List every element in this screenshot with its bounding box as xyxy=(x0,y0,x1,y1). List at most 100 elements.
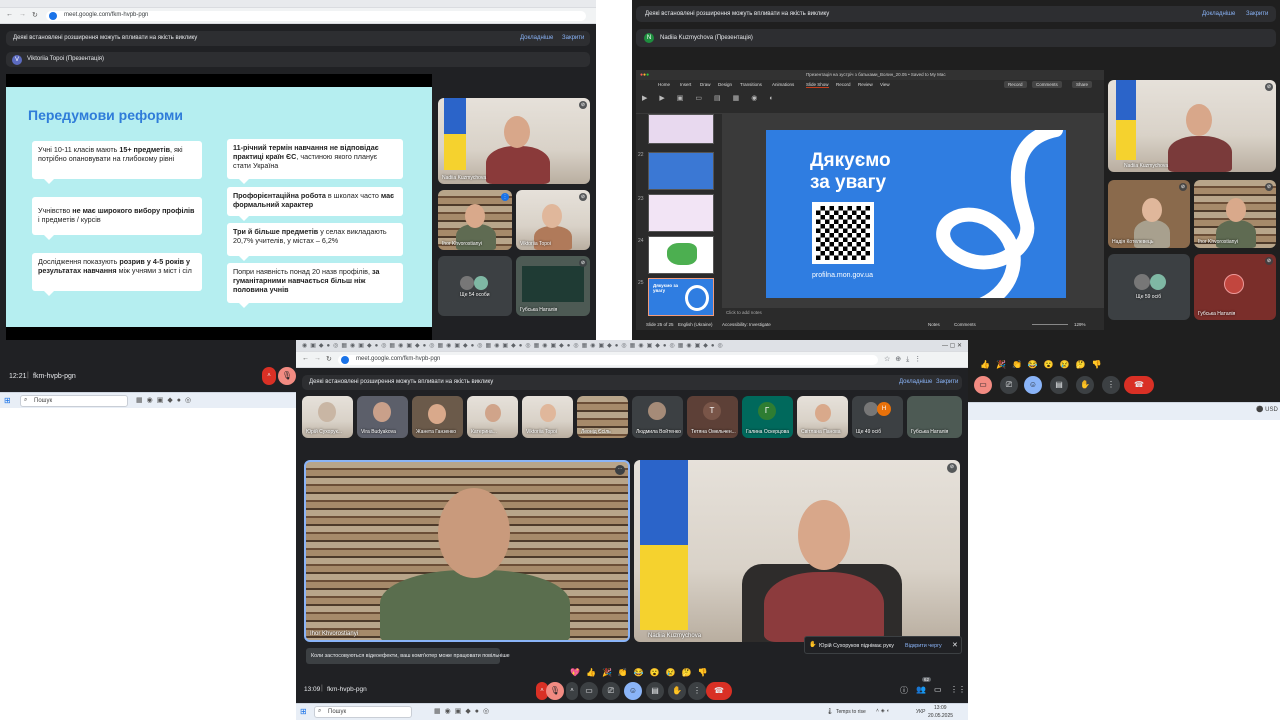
window-controls[interactable]: — ▢ ✕ xyxy=(942,342,962,349)
taskbar-search[interactable]: ⌕ Пошук xyxy=(20,395,128,407)
front-url-field[interactable]: meet.google.com/fkm-hvpb-pgn xyxy=(338,355,878,365)
tab-view[interactable]: View xyxy=(880,82,890,87)
participant-tile[interactable]: ⊘ Губська Наталія xyxy=(1194,254,1276,320)
taskbar-search[interactable]: ⌕ Пошук xyxy=(314,706,412,718)
taskbar-app-icons[interactable]: ▦◉▣◆●◎ xyxy=(434,707,493,715)
back-icon[interactable]: ← xyxy=(6,11,13,18)
reload-icon[interactable]: ↻ xyxy=(326,355,332,363)
slide-thumbnail[interactable] xyxy=(648,114,714,144)
participant-tile[interactable]: ⊘ Viktoriia Topoi xyxy=(516,190,590,250)
reactions-bar[interactable]: 💖 👍 🎉 👏 😂 😮 😢 🤔 👎 xyxy=(570,662,714,680)
slide-thumbnail[interactable] xyxy=(648,236,714,274)
mic-off-button[interactable]: 🎙 xyxy=(278,367,296,385)
more-options-button[interactable]: ⋮ xyxy=(688,682,706,700)
tab-draw[interactable]: Draw xyxy=(700,82,711,87)
chevron-up-icon[interactable]: ˄ xyxy=(566,682,578,700)
slide-thumbnail[interactable] xyxy=(648,152,714,190)
captions-button[interactable]: ▤ xyxy=(646,682,664,700)
present-button[interactable]: ⎚ xyxy=(1000,376,1018,394)
tray-icons[interactable]: ˄◈◐ xyxy=(876,708,892,714)
participant-tile[interactable]: Світлана Панова xyxy=(797,396,848,438)
tab-animations[interactable]: Animations xyxy=(772,82,794,87)
raise-hand-button[interactable]: ✋ xyxy=(1076,376,1094,394)
participant-tile[interactable]: Жанета Ганзенко xyxy=(412,396,463,438)
share-button[interactable]: Share xyxy=(1072,81,1093,88)
banner-details-link[interactable]: Докладніше xyxy=(520,35,553,41)
notes-button[interactable]: Notes xyxy=(928,322,940,327)
windows-start-icon[interactable]: ⊞ xyxy=(300,707,307,716)
participant-tile[interactable]: ⊘ Ihor Khvorostianyi xyxy=(1194,180,1276,248)
banner-details-link[interactable]: Докладніше xyxy=(899,379,932,385)
participant-tile[interactable]: ⊘ Nadiia Kuzmychova xyxy=(1108,80,1276,172)
open-queue-link[interactable]: Відкрити чергу xyxy=(905,643,942,649)
banner-close-button[interactable]: Закрити xyxy=(936,379,958,385)
comments-button[interactable]: Comments xyxy=(1032,81,1062,88)
participant-tile-overflow[interactable]: Н Ще 49 осіб xyxy=(852,396,903,438)
participant-tile[interactable]: Людмила Войтенко xyxy=(632,396,683,438)
participant-tile[interactable]: Катерина... xyxy=(467,396,518,438)
banner-close-button[interactable]: Закрити xyxy=(1246,11,1268,17)
tab-record[interactable]: Record xyxy=(836,82,851,87)
back-icon[interactable]: ← xyxy=(302,355,309,362)
participant-tile[interactable]: Viktoriia Topoi xyxy=(522,396,573,438)
close-icon[interactable]: ✕ xyxy=(952,641,958,649)
notes-placeholder[interactable]: Click to add notes xyxy=(726,310,762,315)
participant-tile[interactable]: Леонід Єсіль xyxy=(577,396,628,438)
forward-icon[interactable]: → xyxy=(19,11,26,18)
participant-tile-overflow[interactable]: Ще 54 особи xyxy=(438,256,512,316)
comments-status-button[interactable]: Comments xyxy=(954,322,976,327)
info-icon[interactable]: ⓘ xyxy=(900,685,908,696)
main-video-tile[interactable]: ⋯ Ihor Khvorostianyi xyxy=(304,460,630,642)
more-options-icon[interactable]: ⋯ xyxy=(615,465,625,475)
chevron-up-icon[interactable]: ˄ xyxy=(262,367,276,385)
banner-details-link[interactable]: Докладніше xyxy=(1202,11,1235,17)
zoom-slider[interactable] xyxy=(1032,324,1068,325)
participant-tile[interactable]: Vira Budyakova xyxy=(357,396,408,438)
participant-tile[interactable]: ⊘ Губська Наталія xyxy=(516,256,590,316)
slide-thumbnail-active[interactable]: Дякуємо за увагу xyxy=(648,278,714,316)
participant-tile[interactable]: Юрій Сухорук... xyxy=(302,396,353,438)
banner-close-button[interactable]: Закрити xyxy=(562,35,584,41)
forward-icon[interactable]: → xyxy=(314,355,321,362)
raise-hand-button[interactable]: ✋ xyxy=(668,682,686,700)
participant-tile[interactable]: ⊘ Надія Котелевець xyxy=(1108,180,1190,248)
browser-tabs-icons[interactable]: ◉▣◆●◎▦◉▣◆●◎▦◉▣◆●◎▦◉▣◆●◎▦◉▣◆●◎▦◉▣◆●◎▦◉▣◆●… xyxy=(302,342,726,349)
tab-home[interactable]: Home xyxy=(658,82,670,87)
window-controls[interactable]: ●●● xyxy=(640,72,649,78)
record-button[interactable]: Record xyxy=(1004,81,1027,88)
participant-tile[interactable]: ⋮ Ihor Khvorostianyi xyxy=(438,190,512,250)
present-button[interactable]: ⎚ xyxy=(602,682,620,700)
reload-icon[interactable]: ↻ xyxy=(32,11,38,19)
reactions-bar[interactable]: 👍 🎉 👏 😂 😮 😢 🤔 👎 xyxy=(980,354,1108,372)
participant-tile[interactable]: Губська Наталія xyxy=(907,396,962,438)
mic-off-button[interactable]: 🎙 xyxy=(546,682,564,700)
slide-thumbnail[interactable] xyxy=(648,194,714,232)
activities-icon[interactable]: ⋮⋮ xyxy=(950,685,966,694)
participant-tile[interactable]: ⊘ Nadiia Kuzmychova xyxy=(438,98,590,184)
leave-call-button[interactable]: ☎ xyxy=(706,682,732,700)
left-url-field[interactable]: meet.google.com/fkm-hvpb-pgn xyxy=(46,11,586,21)
more-options-icon[interactable]: ⋮ xyxy=(501,193,509,201)
emoji-button[interactable]: ☺ xyxy=(624,682,642,700)
participant-tile-overflow[interactable]: Ще 59 осіб xyxy=(1108,254,1190,320)
tab-design[interactable]: Design xyxy=(718,82,732,87)
more-options-button[interactable]: ⋮ xyxy=(1102,376,1120,394)
leave-call-button[interactable]: ☎ xyxy=(1124,376,1154,394)
taskbar-app-icons[interactable]: ▦◉▣◆●◎ xyxy=(136,396,195,404)
accessibility-status[interactable]: Accessibility: Investigate xyxy=(722,322,771,327)
captions-button[interactable]: ▤ xyxy=(1050,376,1068,394)
tab-slide-show[interactable]: Slide Show xyxy=(806,82,829,88)
language-indicator[interactable]: УКР xyxy=(916,709,925,715)
tab-insert[interactable]: Insert xyxy=(680,82,691,87)
participant-tile[interactable]: Т Тетяна Омельчен... xyxy=(687,396,738,438)
tab-review[interactable]: Review xyxy=(858,82,873,87)
main-video-tile[interactable]: ⊘ Nadiia Kuzmychova xyxy=(634,460,960,642)
participant-tile[interactable]: Г Галина Оскерцова xyxy=(742,396,793,438)
chat-icon[interactable]: ▭ xyxy=(934,685,942,694)
camera-button[interactable]: ▭ xyxy=(580,682,598,700)
extension-icons[interactable]: ☆⊕⤓⋮ xyxy=(884,355,926,364)
windows-start-icon[interactable]: ⊞ xyxy=(4,396,11,405)
ribbon-icons[interactable]: ▶▶▣▭▤▦◉◐ xyxy=(642,94,786,102)
people-icon[interactable]: 👥 xyxy=(916,685,926,694)
camera-off-button[interactable]: ▭ xyxy=(974,376,992,394)
